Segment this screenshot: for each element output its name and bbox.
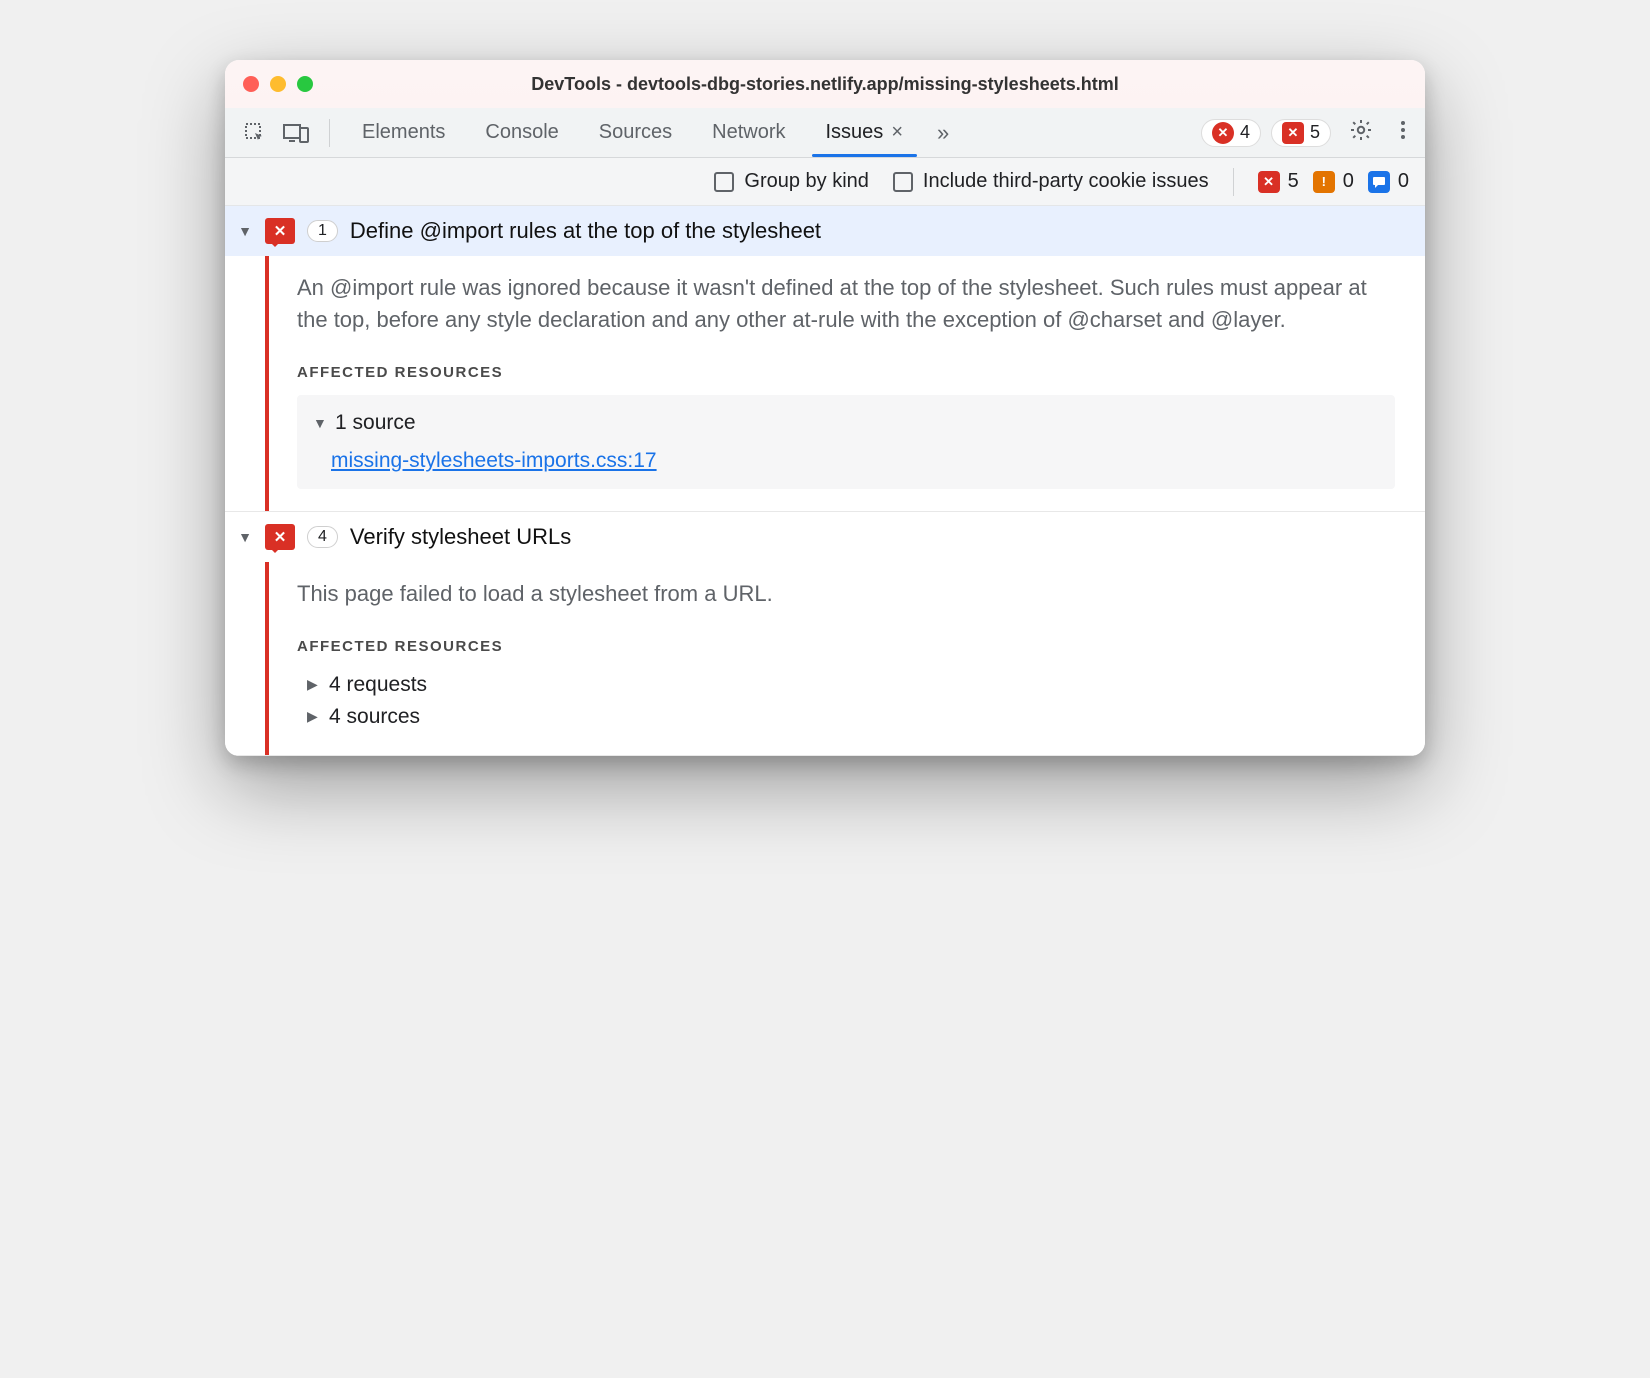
issue-body: An @import rule was ignored because it w… — [265, 256, 1425, 511]
close-tab-icon[interactable]: × — [891, 121, 903, 144]
minimize-window-button[interactable] — [270, 76, 286, 92]
device-toolbar-icon[interactable] — [283, 122, 309, 144]
chevron-down-icon: ▼ — [237, 529, 253, 545]
traffic-lights — [243, 76, 313, 92]
error-speech-icon: ✕ — [265, 524, 295, 550]
error-circle-icon: ✕ — [1212, 122, 1234, 144]
panel-tabs: Elements Console Sources Network Issues … — [342, 108, 923, 157]
warnings-count-value: 0 — [1343, 170, 1354, 193]
sources-row[interactable]: ▶ 4 sources — [297, 701, 1395, 733]
devtools-window: DevTools - devtools-dbg-stories.netlify.… — [225, 60, 1425, 756]
devtools-tabbar: Elements Console Sources Network Issues … — [225, 108, 1425, 158]
tabbar-divider — [329, 119, 330, 147]
tab-sources[interactable]: Sources — [579, 108, 692, 157]
triangle-right-icon: ▶ — [307, 676, 321, 693]
inspect-element-icon[interactable] — [243, 121, 267, 145]
error-count-pill[interactable]: ✕ 4 — [1201, 119, 1261, 147]
checkbox-icon — [714, 172, 734, 192]
error-square-icon: ✕ — [1258, 171, 1280, 193]
sources-label: 4 sources — [329, 705, 420, 729]
requests-row[interactable]: ▶ 4 requests — [297, 669, 1395, 701]
filterbar-divider — [1233, 168, 1234, 196]
warnings-count[interactable]: ! 0 — [1313, 170, 1354, 193]
tab-console-label: Console — [485, 121, 558, 144]
tab-sources-label: Sources — [599, 121, 672, 144]
tab-console[interactable]: Console — [465, 108, 578, 157]
source-link[interactable]: missing-stylesheets-imports.css:17 — [331, 449, 657, 473]
errors-count[interactable]: ✕ 5 — [1258, 170, 1299, 193]
issue-description: An @import rule was ignored because it w… — [297, 272, 1395, 336]
checkbox-icon — [893, 172, 913, 192]
close-window-button[interactable] — [243, 76, 259, 92]
tab-network[interactable]: Network — [692, 108, 805, 157]
info-count-value: 0 — [1398, 170, 1409, 193]
more-tabs-icon[interactable]: » — [927, 120, 959, 146]
include-third-party-label: Include third-party cookie issues — [923, 170, 1209, 193]
zoom-window-button[interactable] — [297, 76, 313, 92]
info-count[interactable]: 0 — [1368, 170, 1409, 193]
settings-icon[interactable] — [1341, 118, 1381, 147]
chevron-down-icon: ▼ — [237, 223, 253, 239]
issue-item: ▼ ✕ 4 Verify stylesheet URLs This page f… — [225, 512, 1425, 756]
requests-label: 4 requests — [329, 673, 427, 697]
issues-error-icon: ✕ — [1282, 122, 1304, 144]
issues-filterbar: Group by kind Include third-party cookie… — [225, 158, 1425, 206]
issue-count-badge: 1 — [307, 220, 338, 242]
affected-resources-label: AFFECTED RESOURCES — [297, 638, 1395, 655]
affected-resources-box: ▼ 1 source missing-stylesheets-imports.c… — [297, 395, 1395, 489]
issues-list: ▼ ✕ 1 Define @import rules at the top of… — [225, 206, 1425, 756]
window-title: DevTools - devtools-dbg-stories.netlify.… — [225, 74, 1425, 95]
triangle-down-icon: ▼ — [313, 415, 327, 431]
more-options-icon[interactable] — [1391, 118, 1415, 147]
info-square-icon — [1368, 171, 1390, 193]
issue-count-badge: 4 — [307, 526, 338, 548]
inspect-tools — [235, 121, 317, 145]
titlebar: DevTools - devtools-dbg-stories.netlify.… — [225, 60, 1425, 108]
tab-elements[interactable]: Elements — [342, 108, 465, 157]
issue-description: This page failed to load a stylesheet fr… — [297, 578, 1395, 610]
issue-header[interactable]: ▼ ✕ 4 Verify stylesheet URLs — [225, 512, 1425, 562]
issues-count-pill[interactable]: ✕ 5 — [1271, 119, 1331, 147]
tab-network-label: Network — [712, 121, 785, 144]
error-count-value: 4 — [1240, 122, 1250, 143]
warning-square-icon: ! — [1313, 171, 1335, 193]
triangle-right-icon: ▶ — [307, 708, 321, 725]
affected-resources-label: AFFECTED RESOURCES — [297, 364, 1395, 381]
tab-issues[interactable]: Issues × — [806, 108, 924, 157]
error-speech-icon: ✕ — [265, 218, 295, 244]
source-count-label: 1 source — [335, 411, 416, 435]
tab-issues-label: Issues — [826, 121, 884, 144]
tabbar-right-cluster: ✕ 4 ✕ 5 — [1201, 118, 1415, 147]
group-by-kind-label: Group by kind — [744, 170, 869, 193]
errors-count-value: 5 — [1288, 170, 1299, 193]
issue-body: This page failed to load a stylesheet fr… — [265, 562, 1425, 755]
issue-counts: ✕ 5 ! 0 0 — [1258, 170, 1409, 193]
issue-title: Define @import rules at the top of the s… — [350, 218, 821, 244]
source-count-row[interactable]: ▼ 1 source — [313, 407, 1379, 439]
group-by-kind-checkbox[interactable]: Group by kind — [714, 170, 869, 193]
issues-count-value: 5 — [1310, 122, 1320, 143]
issue-title: Verify stylesheet URLs — [350, 524, 571, 550]
tab-elements-label: Elements — [362, 121, 445, 144]
include-third-party-checkbox[interactable]: Include third-party cookie issues — [893, 170, 1209, 193]
issue-item: ▼ ✕ 1 Define @import rules at the top of… — [225, 206, 1425, 512]
issue-header[interactable]: ▼ ✕ 1 Define @import rules at the top of… — [225, 206, 1425, 256]
